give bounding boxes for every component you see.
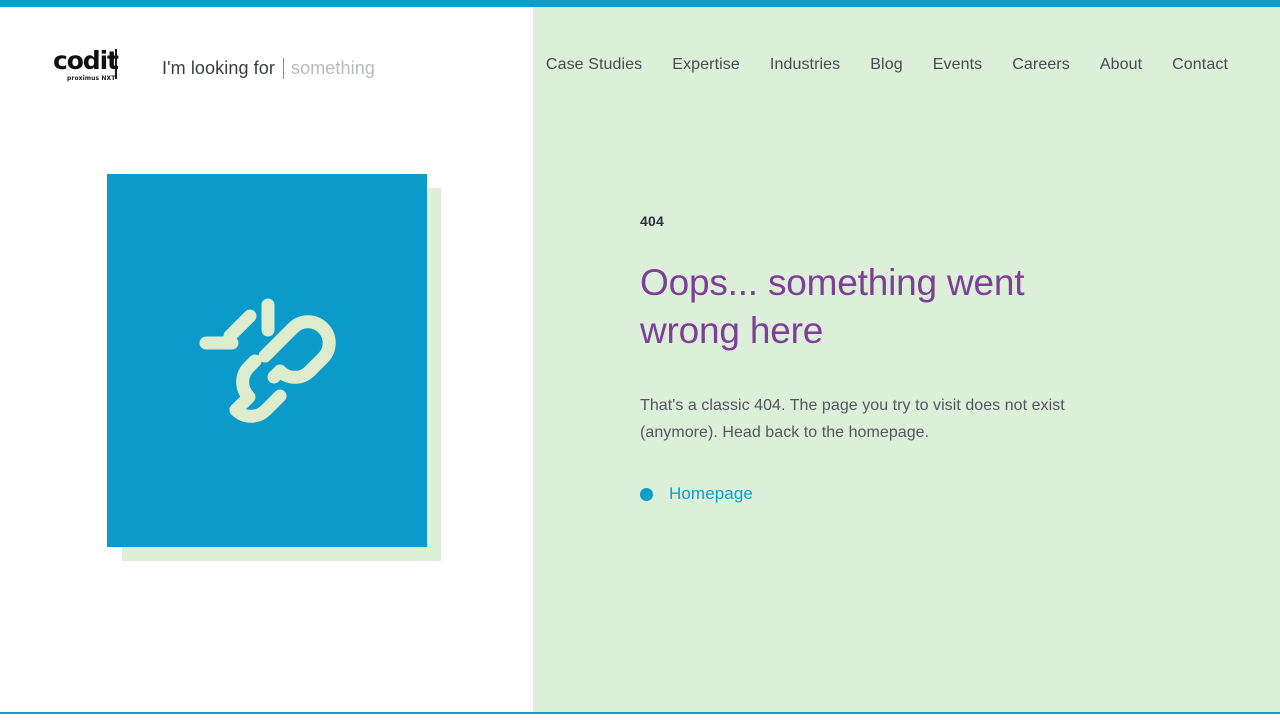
logo-wordmark: codit [53, 46, 119, 75]
broken-link-icon [192, 283, 342, 438]
top-accent-bar [0, 0, 1280, 7]
nav-item-expertise[interactable]: Expertise [672, 56, 740, 74]
error-content: 404 Oops... something went wrong here Th… [640, 213, 1070, 504]
logo-tagline: proximus NXT [67, 75, 116, 82]
main-navigation: Case Studies Expertise Industries Blog E… [546, 56, 1228, 74]
nav-item-about[interactable]: About [1100, 56, 1142, 74]
nav-item-blog[interactable]: Blog [870, 56, 902, 74]
search-text-cursor [282, 57, 284, 79]
homepage-link[interactable]: Homepage [669, 484, 753, 504]
site-logo[interactable]: codit proximus NXT [53, 48, 119, 84]
error-page: codit proximus NXT I'm looking for somet… [0, 0, 1280, 720]
illustration-card [107, 174, 427, 547]
error-description: That's a classic 404. The page you try t… [640, 397, 1065, 441]
error-code: 404 [640, 213, 664, 229]
search-input[interactable]: I'm looking for something [162, 54, 375, 82]
homepage-link-row[interactable]: Homepage [640, 484, 1070, 504]
nav-item-case-studies[interactable]: Case Studies [546, 56, 642, 74]
nav-item-industries[interactable]: Industries [770, 56, 840, 74]
page-title: Oops... something went wrong here [640, 262, 1025, 351]
search-placeholder-text: something [290, 57, 375, 78]
bullet-icon [640, 487, 653, 501]
nav-item-contact[interactable]: Contact [1172, 56, 1228, 74]
search-prefix-label: I'm looking for [162, 57, 275, 78]
nav-item-careers[interactable]: Careers [1012, 56, 1070, 74]
logo-caret-icon [115, 49, 117, 79]
bottom-accent-rule [0, 712, 1280, 714]
nav-item-events[interactable]: Events [933, 56, 983, 74]
